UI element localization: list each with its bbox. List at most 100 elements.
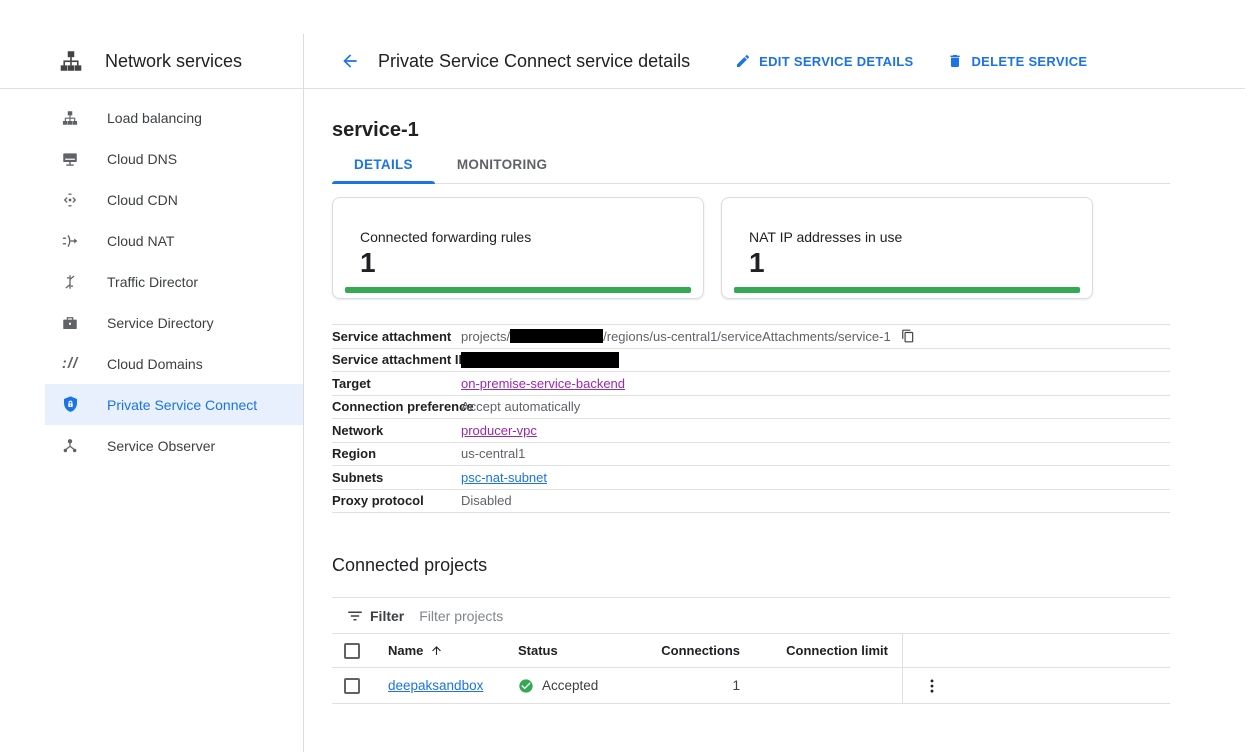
header-actions: EDIT SERVICE DETAILS DELETE SERVICE xyxy=(735,53,1121,69)
sidebar-item-label: Cloud NAT xyxy=(107,233,174,249)
sidebar-item-label: Cloud CDN xyxy=(107,192,178,208)
service-name: service-1 xyxy=(332,119,1170,142)
card-sparkline-bar xyxy=(734,287,1080,293)
sidebar-item-cloud-nat[interactable]: Cloud NAT xyxy=(45,220,303,261)
table-row: deepaksandbox Accepted 1 xyxy=(332,668,1170,704)
redacted-text xyxy=(461,352,619,368)
sidebar-header: Network services xyxy=(0,34,303,89)
attribute-label: Connection preference xyxy=(332,399,461,414)
column-header-connection-limit[interactable]: Connection limit xyxy=(786,643,888,658)
sidebar-item-cloud-domains[interactable]: :// Cloud Domains xyxy=(45,343,303,384)
delete-service-label: DELETE SERVICE xyxy=(971,54,1087,69)
attribute-row-region: Region us-central1 xyxy=(332,443,1170,467)
sidebar-item-label: Cloud DNS xyxy=(107,151,177,167)
cloud-nat-icon xyxy=(60,231,80,251)
filter-bar[interactable]: Filter Filter projects xyxy=(332,597,1170,634)
attribute-label: Network xyxy=(332,423,461,438)
filter-input-placeholder[interactable]: Filter projects xyxy=(419,608,1170,624)
service-attributes: Service attachment projects/ /regions/us-… xyxy=(332,324,1170,513)
network-link[interactable]: producer-vpc xyxy=(461,423,537,438)
tab-monitoring[interactable]: MONITORING xyxy=(435,157,570,183)
card-value: 1 xyxy=(749,249,1092,277)
back-arrow-icon[interactable] xyxy=(340,51,360,71)
cloud-cdn-icon xyxy=(60,190,80,210)
sidebar-item-label: Cloud Domains xyxy=(107,356,203,372)
pencil-icon xyxy=(735,53,751,69)
check-circle-icon xyxy=(518,678,534,694)
attribute-row-network: Network producer-vpc xyxy=(332,419,1170,443)
value-prefix: projects/ xyxy=(461,329,510,344)
load-balancing-icon xyxy=(60,108,80,128)
sidebar-item-private-service-connect[interactable]: Private Service Connect xyxy=(45,384,303,425)
subnet-link[interactable]: psc-nat-subnet xyxy=(461,470,547,485)
redacted-text xyxy=(510,329,603,343)
attribute-row-proxy-protocol: Proxy protocol Disabled xyxy=(332,490,1170,514)
attribute-row-service-attachment: Service attachment projects/ /regions/us-… xyxy=(332,325,1170,349)
sidebar-item-label: Traffic Director xyxy=(107,274,198,290)
value-suffix: /regions/us-central1/serviceAttachments/… xyxy=(603,329,891,344)
connected-forwarding-rules-card: Connected forwarding rules 1 xyxy=(332,197,704,299)
sidebar-title: Network services xyxy=(105,51,242,72)
row-checkbox[interactable] xyxy=(344,678,360,694)
project-name-link[interactable]: deepaksandbox xyxy=(388,678,483,693)
column-header-connections[interactable]: Connections xyxy=(661,643,740,658)
sidebar-item-label: Private Service Connect xyxy=(107,397,257,413)
page-header: Private Service Connect service details … xyxy=(304,34,1245,89)
sidebar-item-label: Service Observer xyxy=(107,438,215,454)
edit-service-details-button[interactable]: EDIT SERVICE DETAILS xyxy=(735,53,913,69)
select-all-checkbox[interactable] xyxy=(344,643,360,659)
table-header-row: Name Status Connections Connection limit xyxy=(332,634,1170,668)
shield-lock-icon xyxy=(60,395,80,415)
target-link[interactable]: on-premise-service-backend xyxy=(461,376,625,391)
tab-bar: DETAILS MONITORING xyxy=(332,157,1170,184)
sidebar-item-cloud-dns[interactable]: Cloud DNS xyxy=(45,138,303,179)
card-sparkline-bar xyxy=(345,287,691,293)
copy-icon[interactable] xyxy=(901,329,915,343)
connected-projects-title: Connected projects xyxy=(332,555,1170,576)
attribute-label: Target xyxy=(332,376,461,391)
connections-value: 1 xyxy=(732,678,740,693)
sidebar-item-service-observer[interactable]: Service Observer xyxy=(45,425,303,466)
sidebar-item-cloud-cdn[interactable]: Cloud CDN xyxy=(45,179,303,220)
page-title: Private Service Connect service details xyxy=(378,51,690,72)
sidebar-item-label: Load balancing xyxy=(107,110,202,126)
tab-details[interactable]: DETAILS xyxy=(332,157,435,183)
filter-label: Filter xyxy=(370,608,404,624)
edit-service-details-label: EDIT SERVICE DETAILS xyxy=(759,54,913,69)
status-label: Accepted xyxy=(542,678,598,693)
attribute-label: Proxy protocol xyxy=(332,493,461,508)
row-overflow-menu-icon[interactable] xyxy=(923,677,941,695)
attribute-value: Accept automatically xyxy=(461,399,1170,414)
attribute-value xyxy=(461,352,1170,368)
sidebar-item-service-directory[interactable]: Service Directory xyxy=(45,302,303,343)
sort-ascending-icon[interactable] xyxy=(430,644,443,657)
network-services-icon xyxy=(58,48,84,74)
attribute-value: Disabled xyxy=(461,493,1170,508)
attribute-row-subnets: Subnets psc-nat-subnet xyxy=(332,466,1170,490)
service-observer-icon xyxy=(60,436,80,456)
attribute-value: projects/ /regions/us-central1/serviceAtt… xyxy=(461,329,1170,344)
nat-ip-addresses-card: NAT IP addresses in use 1 xyxy=(721,197,1093,299)
attribute-row-connection-preference: Connection preference Accept automatical… xyxy=(332,396,1170,420)
service-directory-icon xyxy=(60,313,80,333)
attribute-label: Service attachment ID xyxy=(332,352,461,367)
attribute-row-service-attachment-id: Service attachment ID xyxy=(332,349,1170,373)
column-header-status[interactable]: Status xyxy=(518,643,558,658)
card-value: 1 xyxy=(360,249,703,277)
card-label: NAT IP addresses in use xyxy=(749,229,1092,245)
attribute-row-target: Target on-premise-service-backend xyxy=(332,372,1170,396)
sidebar-item-label: Service Directory xyxy=(107,315,214,331)
traffic-director-icon xyxy=(60,272,80,292)
attribute-value: us-central1 xyxy=(461,446,1170,461)
delete-service-button[interactable]: DELETE SERVICE xyxy=(947,53,1087,69)
trash-icon xyxy=(947,53,963,69)
sidebar: Network services Load balancing xyxy=(0,34,304,752)
attribute-label: Subnets xyxy=(332,470,461,485)
sidebar-item-load-balancing[interactable]: Load balancing xyxy=(45,97,303,138)
attribute-label: Region xyxy=(332,446,461,461)
column-header-name[interactable]: Name xyxy=(388,643,423,658)
cloud-dns-icon xyxy=(60,149,80,169)
main-panel: Private Service Connect service details … xyxy=(304,34,1257,752)
sidebar-item-traffic-director[interactable]: Traffic Director xyxy=(45,261,303,302)
attribute-label: Service attachment xyxy=(332,329,461,344)
